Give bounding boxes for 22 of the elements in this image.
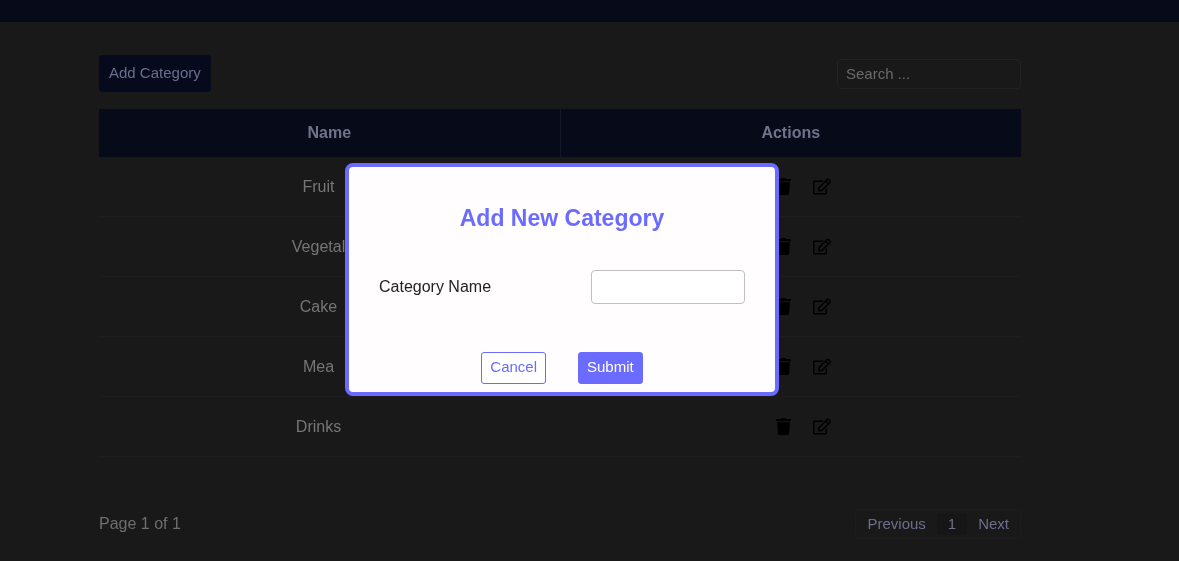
search-field[interactable]: Search ... — [837, 58, 1021, 89]
category-name: Mea — [302, 356, 335, 377]
edit-icon[interactable] — [813, 238, 831, 255]
edit-icon[interactable] — [813, 298, 831, 315]
submit-button[interactable]: Submit — [578, 351, 643, 384]
column-header: Name — [306, 123, 353, 143]
category-name-field[interactable] — [591, 269, 745, 304]
category-name: Fruit — [302, 176, 335, 197]
category-name: Drinks — [295, 416, 342, 437]
edit-icon[interactable] — [813, 418, 831, 435]
previous-button[interactable]: Previous — [856, 512, 937, 536]
add-category-button[interactable]: Add Category — [99, 55, 211, 92]
field-label: Category Name — [379, 276, 492, 297]
category-name: Cake — [299, 296, 338, 317]
next-button[interactable]: Next — [967, 512, 1020, 536]
page-summary: Page 1 of 1 — [99, 514, 181, 534]
cancel-button[interactable]: Cancel — [481, 351, 546, 384]
edit-icon[interactable] — [813, 178, 831, 195]
column-header: Actions — [559, 109, 1021, 157]
edit-icon[interactable] — [813, 358, 831, 375]
category-name: Vegetal — [291, 236, 346, 257]
dialog-title: Add New Category — [459, 204, 665, 233]
